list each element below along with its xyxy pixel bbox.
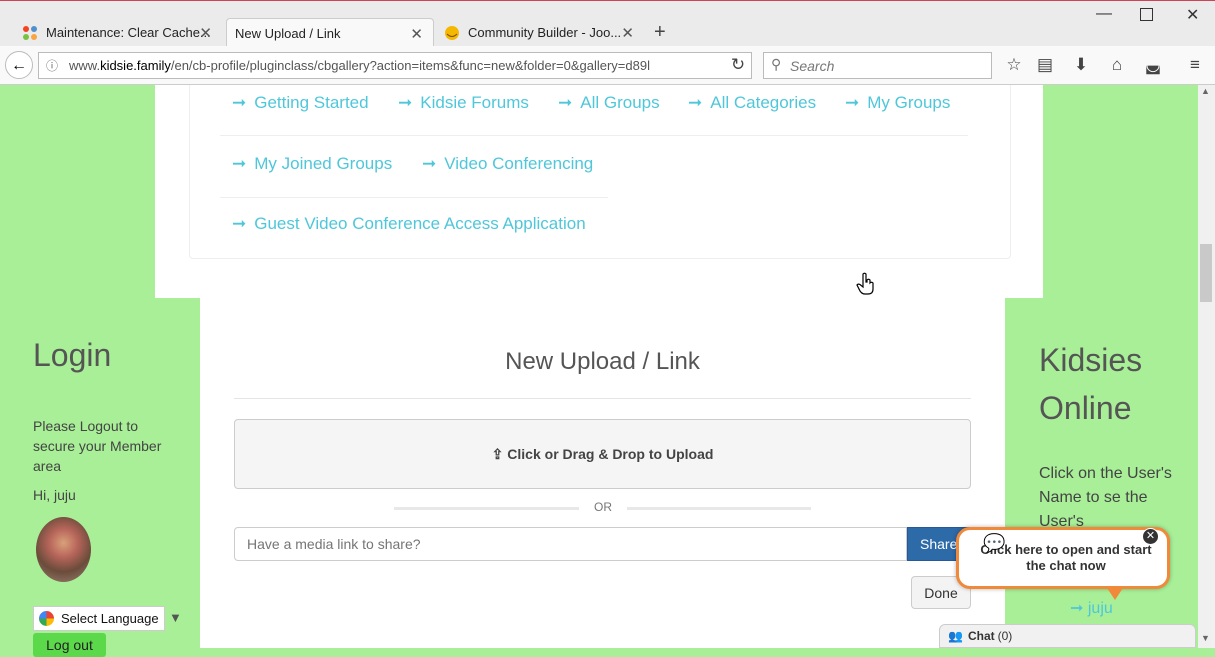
avatar[interactable] (36, 517, 91, 582)
search-placeholder: Search (790, 57, 835, 74)
language-selector[interactable]: Select Language (33, 606, 165, 631)
scroll-thumb[interactable] (1200, 244, 1212, 302)
home-icon[interactable]: ⌂ (1108, 56, 1126, 74)
menu-link-my-groups[interactable]: ➞ My Groups (845, 93, 950, 113)
reload-icon[interactable]: ↻ (729, 56, 747, 74)
scroll-up-icon[interactable]: ▲ (1201, 86, 1210, 96)
window-close-icon[interactable]: ✕ (1186, 5, 1199, 25)
greeting-text: Hi, juju (33, 487, 76, 503)
new-tab-plus-icon[interactable]: + (654, 21, 666, 44)
dropdown-caret-icon[interactable]: ▼ (169, 610, 182, 625)
users-icon: 👥 (948, 629, 963, 643)
joomla-icon (23, 26, 37, 40)
arrow-right-icon: ➞ (398, 93, 413, 112)
navigation-toolbar: ← ⓘ www.kidsie.family/en/cb-profile/plug… (0, 46, 1215, 85)
info-icon[interactable]: ⓘ (41, 57, 63, 74)
chat-label: Chat (967, 629, 995, 643)
media-link-input[interactable] (234, 527, 907, 561)
page-title: New Upload / Link (505, 348, 700, 375)
online-note: Click on the User's Name to se the User'… (1039, 465, 1172, 530)
arrow-right-icon: ➞ (232, 93, 247, 112)
or-label: OR (594, 500, 612, 514)
tab-label: Community Builder - Joo... (468, 25, 622, 40)
tab-label: New Upload / Link (235, 25, 341, 41)
menu-link-getting-started[interactable]: ➞ Getting Started (232, 93, 369, 113)
arrow-right-icon: ➞ (558, 93, 573, 112)
minimize-icon[interactable]: — (1096, 5, 1112, 23)
arrow-right-icon: ➞ (688, 93, 703, 112)
chat-bubble-tail (1107, 588, 1123, 600)
reading-list-icon[interactable]: ▤ (1036, 56, 1054, 74)
bookmark-star-icon[interactable]: ☆ (1005, 56, 1023, 74)
menu-link-all-categories[interactable]: ➞ All Categories (688, 93, 816, 113)
upload-panel: New Upload / Link ⇪ Click or Drag & Drop… (200, 298, 1005, 648)
menu-link-video-conferencing[interactable]: ➞ Video Conferencing (422, 154, 593, 174)
speech-bubble-icon: 💬 (983, 533, 1006, 553)
menu-link-guest-video-conference[interactable]: ➞ Guest Video Conference Access Applicati… (232, 214, 586, 234)
download-icon[interactable]: ⬇ (1072, 56, 1090, 74)
tab-maintenance[interactable]: Maintenance: Clear Cache... ✕ (22, 18, 222, 47)
close-tab-icon[interactable]: ✕ (621, 24, 634, 42)
tab-new-upload[interactable]: New Upload / Link ✕ (226, 18, 434, 47)
online-user-link[interactable]: ➞ juju (1070, 598, 1113, 618)
upload-label: Click or Drag & Drop to Upload (507, 446, 714, 462)
google-translate-icon (39, 611, 54, 626)
hamburger-menu-icon[interactable]: ≡ (1186, 56, 1204, 74)
search-input[interactable]: ⚲ Search (763, 52, 992, 79)
groups-menu-panel: ➞ Getting Started ➞ Kidsie Forums ➞ All Gro… (155, 85, 1043, 298)
chat-count: (0) (997, 629, 1013, 643)
menu-link-kidsie-forums[interactable]: ➞ Kidsie Forums (398, 93, 529, 113)
tab-community-builder[interactable]: Community Builder - Joo... ✕ (444, 18, 644, 47)
menu-divider (220, 135, 968, 136)
maximize-icon[interactable] (1140, 8, 1153, 21)
logout-note: Please Logout to secure your Member area (33, 418, 162, 474)
menu-divider (220, 197, 608, 198)
emoji-icon (445, 26, 459, 40)
arrow-right-icon: ➞ (232, 154, 247, 173)
online-heading: Kidsies Online (1039, 342, 1143, 426)
groups-menu: ➞ Getting Started ➞ Kidsie Forums ➞ All Gro… (189, 85, 1011, 259)
scroll-down-icon[interactable]: ▼ (1201, 633, 1210, 643)
chat-close-icon[interactable]: ✕ (1142, 528, 1159, 545)
pocket-icon[interactable]: ◛ (1144, 56, 1162, 74)
or-divider-left (394, 507, 579, 510)
page-scrollbar[interactable]: ▲ ▼ (1198, 85, 1215, 648)
search-icon: ⚲ (771, 56, 782, 72)
browser-tab-strip: Maintenance: Clear Cache... ✕ New Upload… (0, 0, 1215, 47)
login-heading: Login (33, 337, 112, 373)
or-divider-right (627, 507, 811, 510)
url-bar[interactable]: ⓘ www.kidsie.family/en/cb-profile/plugin… (38, 52, 752, 79)
tab-label: Maintenance: Clear Cache... (46, 25, 211, 40)
hand-cursor-icon (856, 272, 874, 295)
arrow-right-icon: ➞ (232, 214, 247, 233)
upload-dropzone[interactable]: ⇪ Click or Drag & Drop to Upload (234, 419, 971, 489)
close-tab-icon[interactable]: ✕ (199, 24, 212, 42)
upload-icon: ⇪ (491, 445, 504, 462)
menu-link-all-groups[interactable]: ➞ All Groups (558, 93, 660, 113)
back-arrow-icon[interactable]: ← (5, 51, 33, 79)
chat-prompt-bubble[interactable]: 💬 Click here to open and start the chat … (956, 527, 1170, 589)
close-tab-icon[interactable]: ✕ (410, 25, 423, 43)
title-divider (234, 398, 971, 399)
language-label: Select Language (61, 611, 159, 626)
arrow-right-icon: ➞ (1070, 600, 1088, 617)
url-text: www.kidsie.family/en/cb-profile/plugincl… (69, 58, 650, 73)
logout-button[interactable]: Log out (33, 633, 106, 657)
chat-bar[interactable]: 👥 Chat (0) (939, 624, 1196, 648)
arrow-right-icon: ➞ (845, 93, 860, 112)
arrow-right-icon: ➞ (422, 154, 437, 173)
menu-link-my-joined-groups[interactable]: ➞ My Joined Groups (232, 154, 392, 174)
